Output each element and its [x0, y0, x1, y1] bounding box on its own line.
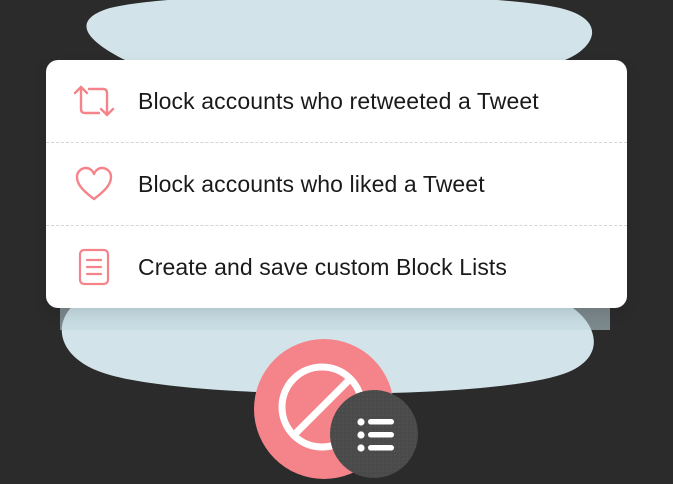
- menu-item-label: Create and save custom Block Lists: [138, 253, 508, 280]
- menu-item-block-likers[interactable]: Block accounts who liked a Tweet: [46, 142, 627, 225]
- menu-item-label: Block accounts who liked a Tweet: [138, 170, 485, 197]
- block-options-menu: Block accounts who retweeted a Tweet Blo…: [46, 60, 627, 308]
- menu-item-label: Block accounts who retweeted a Tweet: [138, 87, 539, 114]
- menu-item-custom-block-lists[interactable]: Create and save custom Block Lists: [46, 225, 627, 308]
- retweet-icon: [70, 77, 118, 125]
- document-icon: [70, 243, 118, 291]
- heart-icon: [70, 160, 118, 208]
- menu-item-block-retweeters[interactable]: Block accounts who retweeted a Tweet: [46, 60, 627, 142]
- list-icon: [330, 390, 418, 478]
